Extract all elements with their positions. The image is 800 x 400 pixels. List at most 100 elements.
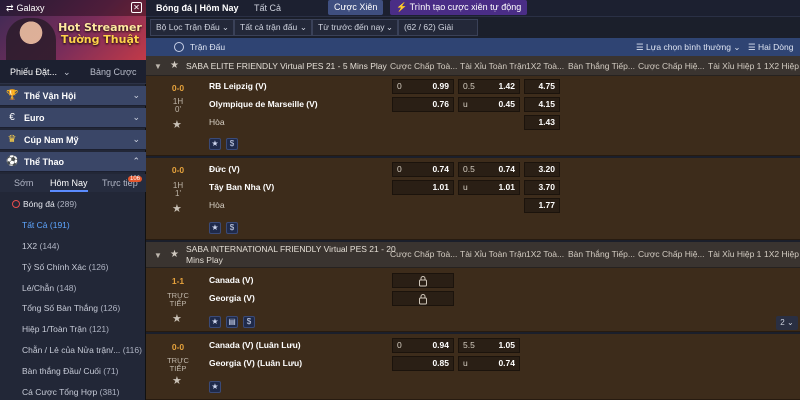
- favorite-star-icon[interactable]: ★: [172, 202, 182, 215]
- menu-item-count: (148): [56, 282, 77, 293]
- tab-early[interactable]: Sớm: [14, 178, 33, 188]
- odds-value: 0.99: [432, 81, 449, 91]
- column-header: Tài Xỉu Toàn Trận: [460, 249, 527, 259]
- parlay-button[interactable]: Cược Xiên: [328, 0, 384, 15]
- live-label: TIẾP: [169, 364, 187, 373]
- league-row[interactable]: ▼ ★ SABA ELITE FRIENDLY Virtual PES 21 -…: [146, 56, 800, 76]
- euro-icon: €: [9, 112, 15, 123]
- favorite-star-icon[interactable]: ★: [209, 381, 221, 393]
- 1x2-away-odds[interactable]: 4.15: [524, 97, 560, 112]
- menu-item-count: (121): [89, 324, 109, 335]
- filter-label: Tất cả trận đấu: [240, 22, 298, 32]
- stats-icon[interactable]: ▤: [226, 316, 238, 328]
- menu-item-count: (116): [122, 345, 142, 356]
- sidebar-category-euro[interactable]: € Euro ⌄: [0, 108, 146, 128]
- app-root: ⇄ Galaxy ✕ Hot Streamer Tường Thuật Phiếu…: [0, 0, 800, 400]
- 1x2-draw-odds[interactable]: 1.77: [524, 198, 560, 213]
- menu-item-1x2[interactable]: 1X2 (144): [0, 236, 146, 257]
- menu-item-count: (191): [49, 219, 70, 230]
- collapse-icon[interactable]: ▼: [154, 251, 162, 260]
- chevron-down-icon: ⌄: [132, 112, 140, 122]
- favorite-star-icon[interactable]: ★: [170, 249, 179, 260]
- over-odds[interactable]: 5.5 1.05: [458, 338, 520, 353]
- handicap-home-odds[interactable]: 0 0.74: [392, 162, 454, 177]
- menu-item-label: Chẵn / Lẻ của Nửa trận/...: [22, 345, 121, 356]
- league-selector[interactable]: (62 / 62) Giải: [398, 19, 478, 36]
- column-header: 1X2 Hiệp 1: [764, 249, 800, 259]
- sort-option-dropdown[interactable]: ☰ Lựa chọn bình thường ⌄: [636, 42, 741, 53]
- match-column-label: Trận Đấu: [190, 42, 226, 52]
- match-score: 0-0: [171, 165, 185, 175]
- favorite-star-icon[interactable]: ★: [209, 222, 221, 234]
- tab-today[interactable]: Hôm Nay: [50, 178, 88, 192]
- favorite-star-icon[interactable]: ★: [172, 374, 182, 387]
- under-odds[interactable]: u 1.01: [458, 180, 520, 195]
- menu-item-all[interactable]: Tất Cả (191): [0, 215, 146, 236]
- over-odds[interactable]: 0.5 0.74: [458, 162, 520, 177]
- sidebar-category-copa[interactable]: ♛ Cúp Nam Mỹ ⌄: [0, 130, 146, 150]
- odds-value: 0.85: [432, 358, 449, 368]
- filter-bar: Bộ Lọc Trận Đấu ⌄ Tất cả trận đấu ⌄ Từ trư…: [146, 16, 800, 38]
- menu-item-first-last-goal[interactable]: Bàn thắng Đầu/ Cuối (71): [0, 361, 146, 382]
- page-selector[interactable]: 2 ⌄: [776, 316, 798, 330]
- under-label: u: [463, 99, 468, 109]
- over-odds[interactable]: 0.5 1.42: [458, 79, 520, 94]
- sidebar-category-olympics[interactable]: 🏆 Thể Vận Hội ⌄: [0, 86, 146, 106]
- menu-item-combo[interactable]: Cá Cược Tổng Hợp (381): [0, 382, 146, 400]
- under-odds[interactable]: u 0.45: [458, 97, 520, 112]
- total-line: 0.5: [463, 164, 475, 174]
- 1x2-draw-odds[interactable]: 1.43: [524, 115, 560, 130]
- home-team: RB Leipzig (V): [209, 81, 267, 91]
- cash-icon[interactable]: $: [226, 138, 238, 150]
- sport-time-tabs: Sớm Hôm Nay Trực tiếp 106: [0, 174, 146, 192]
- time-range-dropdown[interactable]: Từ trước đến nay ⌄: [312, 19, 398, 36]
- 1x2-away-odds[interactable]: 3.70: [524, 180, 560, 195]
- menu-item-odd-even[interactable]: Lẻ/Chẵn (148): [0, 278, 146, 299]
- total-line: 0.5: [463, 81, 475, 91]
- handicap-away-odds[interactable]: 0.76: [392, 97, 454, 112]
- menu-item-half-odd-even[interactable]: Chẵn / Lẻ của Nửa trận/... (116): [0, 340, 146, 361]
- column-header: 1X2 Hiệp 1: [764, 61, 800, 71]
- favorite-star-icon[interactable]: ★: [209, 316, 221, 328]
- tab-bet-slip[interactable]: Phiếu Đặt... ⌄: [10, 67, 71, 78]
- all-matches-dropdown[interactable]: Tất cả trận đấu ⌄: [234, 19, 312, 36]
- favorite-star-icon[interactable]: ★: [172, 118, 182, 131]
- under-odds[interactable]: u 0.74: [458, 356, 520, 371]
- handicap-away-odds[interactable]: 0.85: [392, 356, 454, 371]
- menu-item-label: Bàn thắng Đầu/ Cuối: [22, 366, 101, 377]
- handicap-line: 0: [397, 81, 402, 91]
- brand-banner[interactable]: ⇄ Galaxy ✕ Hot Streamer Tường Thuật: [0, 0, 146, 60]
- handicap-away-odds[interactable]: 1.01: [392, 180, 454, 195]
- sidebar-category-sports[interactable]: ⚽ Thể Thao ⌃: [0, 152, 146, 172]
- match-score: 0-0: [171, 83, 185, 93]
- match-filter-dropdown[interactable]: Bộ Lọc Trận Đấu ⌄: [150, 19, 234, 36]
- handicap-home-odds[interactable]: 0 0.94: [392, 338, 454, 353]
- 1x2-home-odds[interactable]: 4.75: [524, 79, 560, 94]
- league-row[interactable]: ▼ ★ SABA INTERNATIONAL FRIENDLY Virtual …: [146, 242, 800, 268]
- match-table-header: Trận Đấu ☰ Lựa chọn bình thường ⌄ ☰ Hai …: [146, 38, 800, 63]
- 1x2-home-odds[interactable]: 3.20: [524, 162, 560, 177]
- cup-icon: ♛: [7, 134, 17, 145]
- menu-item-half-full[interactable]: Hiệp 1/Toàn Trận (121): [0, 319, 146, 340]
- odds-value: 1.43: [538, 117, 555, 127]
- home-team: Canada (V): [209, 275, 254, 285]
- category-label: Euro: [24, 113, 45, 123]
- menu-item-football[interactable]: Bóng đá (289): [0, 194, 146, 215]
- cash-icon[interactable]: $: [226, 222, 238, 234]
- menu-item-label: Bóng đá: [23, 199, 55, 209]
- favorite-star-icon[interactable]: ★: [170, 60, 179, 71]
- menu-item-total-goals[interactable]: Tổng Số Bàn Thắng (126): [0, 298, 146, 319]
- handicap-home-odds[interactable]: 0 0.99: [392, 79, 454, 94]
- galaxy-switch[interactable]: ⇄ Galaxy: [6, 3, 45, 14]
- favorite-star-icon[interactable]: ★: [209, 138, 221, 150]
- cash-icon[interactable]: $: [243, 316, 255, 328]
- menu-item-correct-score[interactable]: Tỷ Số Chính Xác (126): [0, 257, 146, 278]
- favorite-star-icon[interactable]: ★: [172, 312, 182, 325]
- home-team: Canada (V) (Luân Lưu): [209, 340, 301, 350]
- auto-parlay-button[interactable]: ⚡ Trình tạo cược xiên tự động: [390, 0, 528, 15]
- tab-bet-list[interactable]: Bảng Cược: [90, 67, 136, 77]
- collapse-icon[interactable]: ▼: [154, 62, 162, 71]
- menu-item-count: (381): [99, 387, 120, 398]
- odds-value: 0.76: [432, 99, 449, 109]
- close-icon[interactable]: ✕: [131, 2, 142, 13]
